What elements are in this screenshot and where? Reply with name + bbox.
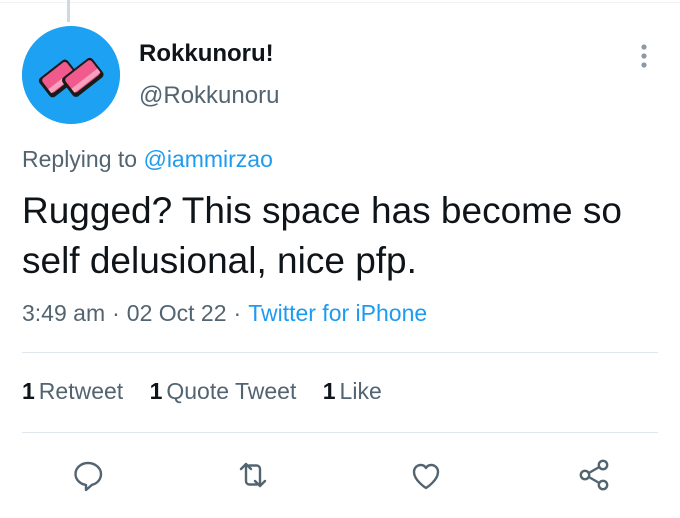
replying-to-handle-link[interactable]: @iammirzao [143, 146, 272, 172]
top-divider [0, 2, 680, 3]
meta-separator: · [112, 300, 120, 326]
tweet-date[interactable]: 02 Oct 22 [127, 300, 227, 326]
share-icon[interactable] [574, 455, 614, 495]
quote-tweets-stat[interactable]: 1 Quote Tweet [150, 378, 297, 404]
tweet-source-link[interactable]: Twitter for iPhone [248, 300, 427, 326]
meta-separator: · [233, 300, 242, 326]
tweet-meta: 3:49 am · 02 Oct 22 · Twitter for iPhone [22, 300, 427, 327]
tweet-stats: 1 Retweet 1 Quote Tweet 1 Like [22, 378, 402, 405]
replying-to-label: Replying to [22, 146, 138, 172]
author-handle[interactable]: @Rokkunoru [139, 82, 279, 110]
thread-connector-line [67, 0, 70, 22]
quote-tweets-label: Quote Tweet [166, 378, 297, 404]
tweet-time[interactable]: 3:49 am [22, 300, 105, 326]
tweet-text: Rugged? This space has become so self de… [22, 190, 622, 281]
like-icon[interactable] [406, 455, 446, 495]
stats-divider-bottom [22, 432, 658, 433]
author-display-name[interactable]: Rokkunoru! [139, 40, 274, 68]
retweet-icon[interactable] [233, 455, 273, 495]
retweets-label: Retweet [38, 378, 124, 404]
likes-stat[interactable]: 1 Like [323, 378, 382, 404]
retweets-count: 1 [22, 378, 35, 404]
likes-label: Like [339, 378, 382, 404]
replying-to-line: Replying to @iammirzao [22, 146, 273, 173]
likes-count: 1 [322, 378, 336, 404]
reply-icon[interactable] [68, 455, 108, 495]
stats-divider-top [22, 352, 658, 353]
avatar[interactable] [22, 26, 120, 124]
pink-eraser-avatar-icon [22, 26, 120, 124]
more-options-icon[interactable] [634, 42, 654, 70]
retweets-stat[interactable]: 1 Retweet [22, 378, 123, 404]
quote-tweets-count: 1 [149, 378, 163, 404]
